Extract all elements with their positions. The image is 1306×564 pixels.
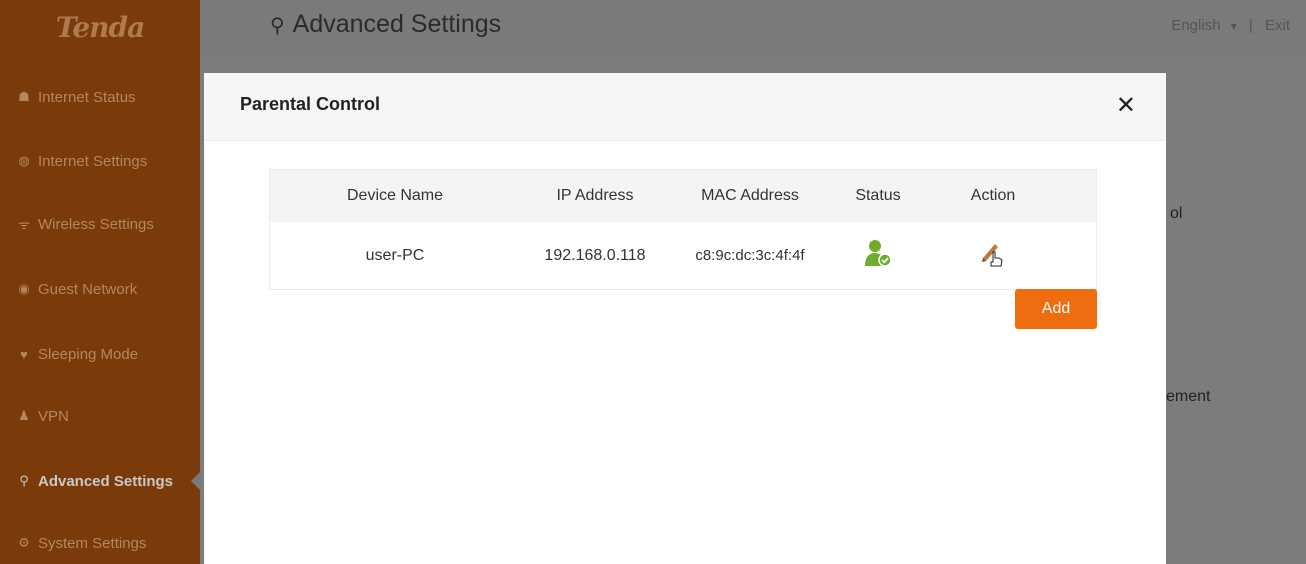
bulb-icon: ♥ (20, 346, 28, 362)
router-icon: ☗ (18, 89, 30, 104)
column-header: Device Name (346, 187, 444, 204)
wrench-icon: ⚲ (270, 15, 285, 37)
device-table: Device Name IP Address MAC Address Statu… (269, 169, 1097, 290)
device-name-cell: user-PC (365, 246, 425, 264)
sidebar-item-wireless-settings[interactable]: ᯤ Wireless Settings (0, 209, 200, 239)
wrench-icon: ⚲ (19, 473, 29, 488)
sidebar-item-label: VPN (38, 407, 69, 425)
vpn-icon: ♟ (18, 408, 30, 423)
background-text: ement (1166, 388, 1211, 405)
action-cell (926, 238, 1060, 273)
exit-link[interactable]: Exit (1265, 17, 1290, 34)
globe-icon: ◍ (18, 153, 30, 168)
gear-icon: ⚙ (18, 535, 30, 550)
table-header: Device Name IP Address MAC Address Statu… (270, 170, 1096, 222)
sidebar-item-label: Wireless Settings (38, 215, 154, 233)
sidebar-item-label: Internet Settings (38, 152, 148, 170)
parental-control-modal: Parental Control ✕ Device Name IP Addres… (204, 73, 1166, 564)
status-cell (830, 238, 926, 273)
column-header: Action (970, 187, 1016, 204)
sidebar-item-vpn[interactable]: ♟ VPN (0, 401, 200, 431)
column-header: MAC Address (701, 187, 799, 204)
close-button[interactable]: ✕ (1116, 91, 1136, 120)
sidebar-item-label: Advanced Settings (38, 472, 174, 490)
column-header: IP Address (556, 187, 634, 204)
sidebar-item-label: Sleeping Mode (38, 345, 139, 363)
modal-title: Parental Control (240, 94, 381, 114)
table-row: user-PC 192.168.0.118 c8:9c:dc:3c:4f:4f (270, 222, 1096, 289)
sidebar-item-sleeping-mode[interactable]: ♥ Sleeping Mode (0, 339, 200, 369)
background-text: ol (1170, 205, 1183, 222)
ip-address-cell: 192.168.0.118 (544, 246, 646, 264)
sidebar-item-system-settings[interactable]: ⚙ System Settings (0, 528, 200, 558)
chevron-down-icon[interactable]: ▾ (1231, 19, 1237, 33)
sidebar-item-internet-status[interactable]: ☗ Internet Status (0, 82, 200, 112)
sidebar: Tenda ☗ Internet Status ◍ Internet Setti… (0, 0, 200, 564)
sidebar-item-advanced-settings[interactable]: ⚲ Advanced Settings (0, 466, 200, 496)
language-select[interactable]: English (1171, 17, 1220, 34)
sidebar-item-label: Internet Status (38, 88, 136, 106)
separator: | (1248, 17, 1253, 34)
sidebar-item-label: System Settings (38, 534, 147, 552)
online-user-icon (863, 238, 893, 268)
wifi-icon: ᯤ (18, 217, 30, 232)
sidebar-item-guest-network[interactable]: ◉ Guest Network (0, 274, 200, 304)
modal-header: Parental Control ✕ (204, 73, 1166, 141)
edit-icon[interactable] (979, 238, 1007, 268)
page-title-text: Advanced Settings (292, 10, 502, 38)
header-links: English ▾ | Exit (1171, 17, 1290, 34)
guest-icon: ◉ (18, 281, 30, 296)
add-button[interactable]: Add (1015, 289, 1097, 329)
sidebar-item-internet-settings[interactable]: ◍ Internet Settings (0, 146, 200, 176)
tenda-logo: Tenda (55, 11, 146, 44)
column-header: Status (855, 187, 901, 204)
page-title: ⚲ Advanced Settings (270, 10, 501, 39)
sidebar-item-label: Guest Network (38, 280, 138, 298)
mac-address-cell: c8:9c:dc:3c:4f:4f (695, 247, 805, 264)
